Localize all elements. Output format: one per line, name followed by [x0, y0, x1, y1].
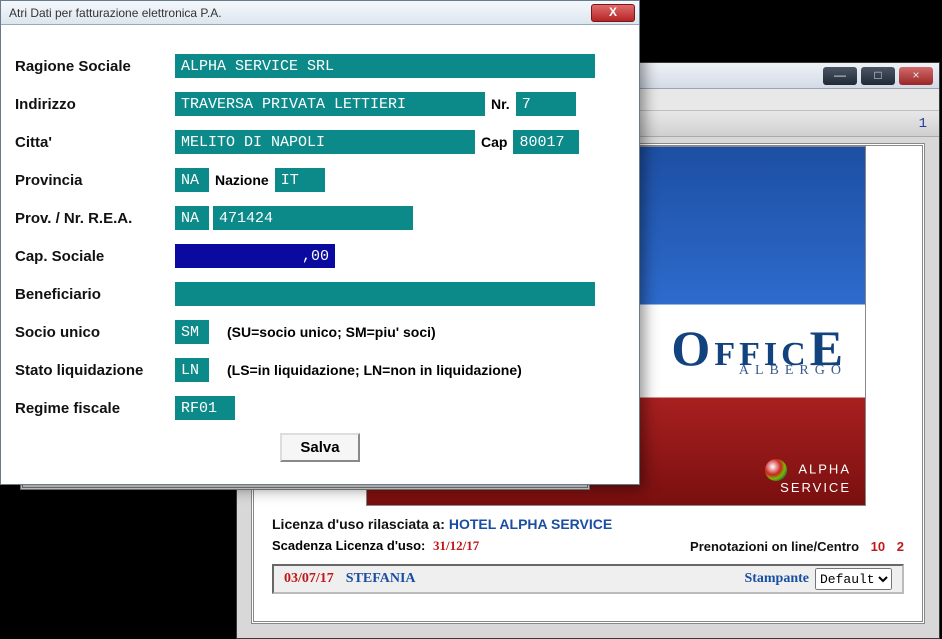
input-prov-rea-num[interactable]	[213, 206, 413, 230]
label-cap: Cap	[481, 134, 507, 150]
printer-label: Stampante	[744, 571, 809, 587]
label-provincia: Provincia	[15, 172, 175, 189]
dialog-title: Atri Dati per fatturazione elettronica P…	[9, 6, 222, 20]
input-regime-fiscale[interactable]	[175, 396, 235, 420]
pren-count-2: 2	[897, 539, 904, 554]
status-user: STEFANIA	[346, 571, 416, 587]
status-bar: 03/07/17 STEFANIA Stampante Default	[272, 564, 904, 594]
globe-icon	[765, 459, 787, 481]
label-indirizzo: Indirizzo	[15, 96, 175, 113]
expire-label: Scadenza Licenza d'uso:	[272, 538, 425, 553]
input-indirizzo[interactable]	[175, 92, 485, 116]
input-ragione-sociale[interactable]	[175, 54, 595, 78]
status-date: 03/07/17	[284, 571, 334, 587]
minimize-button[interactable]: —	[823, 67, 857, 85]
input-nr[interactable]	[516, 92, 576, 116]
label-ragione: Ragione Sociale	[15, 58, 175, 75]
salva-button[interactable]: Salva	[280, 433, 359, 462]
pren-label: Prenotazioni on line/Centro	[690, 539, 859, 554]
label-stato-liquidazione: Stato liquidazione	[15, 362, 175, 379]
input-provincia[interactable]	[175, 168, 209, 192]
label-regime-fiscale: Regime fiscale	[15, 400, 175, 417]
input-cap-sociale[interactable]	[175, 244, 335, 268]
label-beneficiario: Beneficiario	[15, 286, 175, 303]
help-stato-liquidazione: (LS=in liquidazione; LN=non in liquidazi…	[227, 362, 522, 378]
printer-select[interactable]: Default	[815, 568, 892, 590]
logo-brand: ALPHA SERVICE	[752, 459, 851, 495]
help-socio-unico: (SU=socio unico; SM=piu' soci)	[227, 324, 436, 340]
maximize-button[interactable]: □	[861, 67, 895, 85]
input-cap[interactable]	[513, 130, 579, 154]
logo-albergo-text: ALBERGO	[739, 363, 847, 379]
input-nazione[interactable]	[275, 168, 325, 192]
input-beneficiario[interactable]	[175, 282, 595, 306]
license-area: Licenza d'uso rilasciata a: HOTEL ALPHA …	[272, 516, 904, 594]
dialog-close-button[interactable]: X	[591, 4, 635, 22]
expire-date: 31/12/17	[433, 538, 479, 553]
license-holder: HOTEL ALPHA SERVICE	[449, 516, 612, 532]
label-citta: Citta'	[15, 134, 175, 151]
label-cap-sociale: Cap. Sociale	[15, 248, 175, 265]
input-stato-liquidazione[interactable]	[175, 358, 209, 382]
label-nazione: Nazione	[215, 172, 269, 188]
fatturazione-dialog: Atri Dati per fatturazione elettronica P…	[0, 0, 640, 485]
main-close-button[interactable]: ×	[899, 67, 933, 85]
input-socio-unico[interactable]	[175, 320, 209, 344]
input-prov-rea-prov[interactable]	[175, 206, 209, 230]
label-socio-unico: Socio unico	[15, 324, 175, 341]
toolbar-number: 1	[919, 116, 933, 132]
pren-count-1: 10	[871, 539, 885, 554]
label-nr: Nr.	[491, 96, 510, 112]
input-citta[interactable]	[175, 130, 475, 154]
label-prov-rea: Prov. / Nr. R.E.A.	[15, 210, 175, 227]
dialog-titlebar: Atri Dati per fatturazione elettronica P…	[1, 1, 639, 25]
license-label: Licenza d'uso rilasciata a:	[272, 516, 445, 532]
